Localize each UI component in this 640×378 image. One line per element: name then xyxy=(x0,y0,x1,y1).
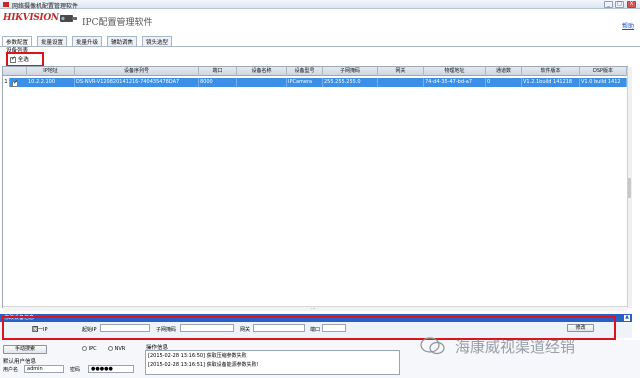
row-checkbox[interactable] xyxy=(12,79,18,87)
window-titlebar: 网络摄像机配置管理软件 xyxy=(0,0,640,10)
default-user-info-label: 默认用户信息 xyxy=(3,359,37,365)
scroll-grip-icon: ⋯ xyxy=(311,306,316,312)
column-header-serial[interactable]: 设备序列号 xyxy=(75,67,199,76)
radio-option-nvr[interactable]: NVR xyxy=(108,346,125,352)
radio-icon[interactable] xyxy=(108,346,113,351)
tab-batch-settings[interactable]: 批量设置 xyxy=(37,36,68,46)
tab-focus-assist[interactable]: 辅助调焦 xyxy=(107,36,138,46)
cell-channels: 0 xyxy=(486,78,522,87)
column-header-model[interactable]: 设备型号 xyxy=(287,67,323,76)
password-input[interactable]: ●●●●● xyxy=(88,365,134,373)
select-all-highlight xyxy=(6,52,44,67)
cell-device-name xyxy=(237,78,287,87)
collapse-icon[interactable]: ▲ xyxy=(624,315,630,321)
column-header-channels[interactable]: 通道数 xyxy=(486,67,522,76)
vertical-scroll-thumb[interactable] xyxy=(628,178,631,198)
cell-model: IPCamera xyxy=(287,78,323,87)
radio-label-nvr: NVR xyxy=(114,346,126,352)
brand-logo: HIKVISION xyxy=(3,13,59,23)
table-row[interactable]: 10.2.2.100 DS-NVR-V1208201412​16-7404354… xyxy=(3,78,627,87)
column-header-subnet[interactable]: 子网掩码 xyxy=(323,67,378,76)
header-spacer xyxy=(3,67,27,76)
column-header-ip[interactable]: IP地址 xyxy=(27,67,75,76)
cell-subnet: 255.255.255.0 xyxy=(323,78,378,87)
tab-lens-selection[interactable]: 镜头选型 xyxy=(142,36,173,46)
wechat-logo-icon xyxy=(420,337,445,355)
column-header-port[interactable]: 端口 xyxy=(199,67,237,76)
manual-search-button[interactable]: 手动搜索 xyxy=(3,345,47,354)
product-title: IPC配置管理软件 xyxy=(82,18,153,28)
cell-port: 8000 xyxy=(199,78,237,87)
close-button[interactable]: X xyxy=(627,1,636,8)
log-line: [2015-02-28 13:16:51] 获取设备能源参数失败! xyxy=(148,362,259,368)
cell-serial: DS-NVR-V1208201412​16-740435478DA7 xyxy=(75,78,199,87)
tab-divider xyxy=(0,46,640,47)
maximize-button[interactable]: □ xyxy=(615,1,624,8)
cell-ip: 10.2.2.100 xyxy=(27,78,75,87)
password-label: 密码 xyxy=(70,367,81,373)
tab-batch-upgrade[interactable]: 批量升级 xyxy=(72,36,103,46)
help-link[interactable]: 帮助 xyxy=(622,21,634,30)
minimize-button[interactable]: _ xyxy=(604,1,613,8)
column-header-mac[interactable]: 物理地址 xyxy=(424,67,486,76)
column-header-software-version[interactable]: 软件版本 xyxy=(522,67,580,76)
radio-label-ipc: IPC xyxy=(88,346,97,352)
table-header: IP地址 设备序列号 端口 设备名称 设备型号 子网掩码 网关 物理地址 通道数… xyxy=(3,67,627,76)
radio-icon[interactable] xyxy=(82,346,87,351)
radio-option-ipc[interactable]: IPC xyxy=(82,346,97,352)
camera-icon xyxy=(60,15,77,22)
device-table xyxy=(2,66,628,308)
watermark-text: 海康威视渠道经销 xyxy=(455,338,576,356)
column-header-dsp-version[interactable]: DSP版本 xyxy=(580,67,627,76)
cell-dsp-version: V1.0 build 1412 xyxy=(580,78,627,87)
cell-mac: 74-d4-35-47-bd-a7 xyxy=(424,78,486,87)
column-header-device-name[interactable]: 设备名称 xyxy=(237,67,287,76)
column-header-gateway[interactable]: 网关 xyxy=(378,67,424,76)
cell-gateway xyxy=(378,78,424,87)
username-label: 用户名 xyxy=(3,367,19,373)
app-icon xyxy=(3,2,9,7)
username-input[interactable]: admin xyxy=(24,365,64,373)
row-number: 1 xyxy=(3,78,10,87)
log-line: [2015-02-28 13:16:50] 获取压缩参数失败 xyxy=(148,353,247,359)
cell-software-version: V1.2.1build 141218 xyxy=(522,78,580,87)
